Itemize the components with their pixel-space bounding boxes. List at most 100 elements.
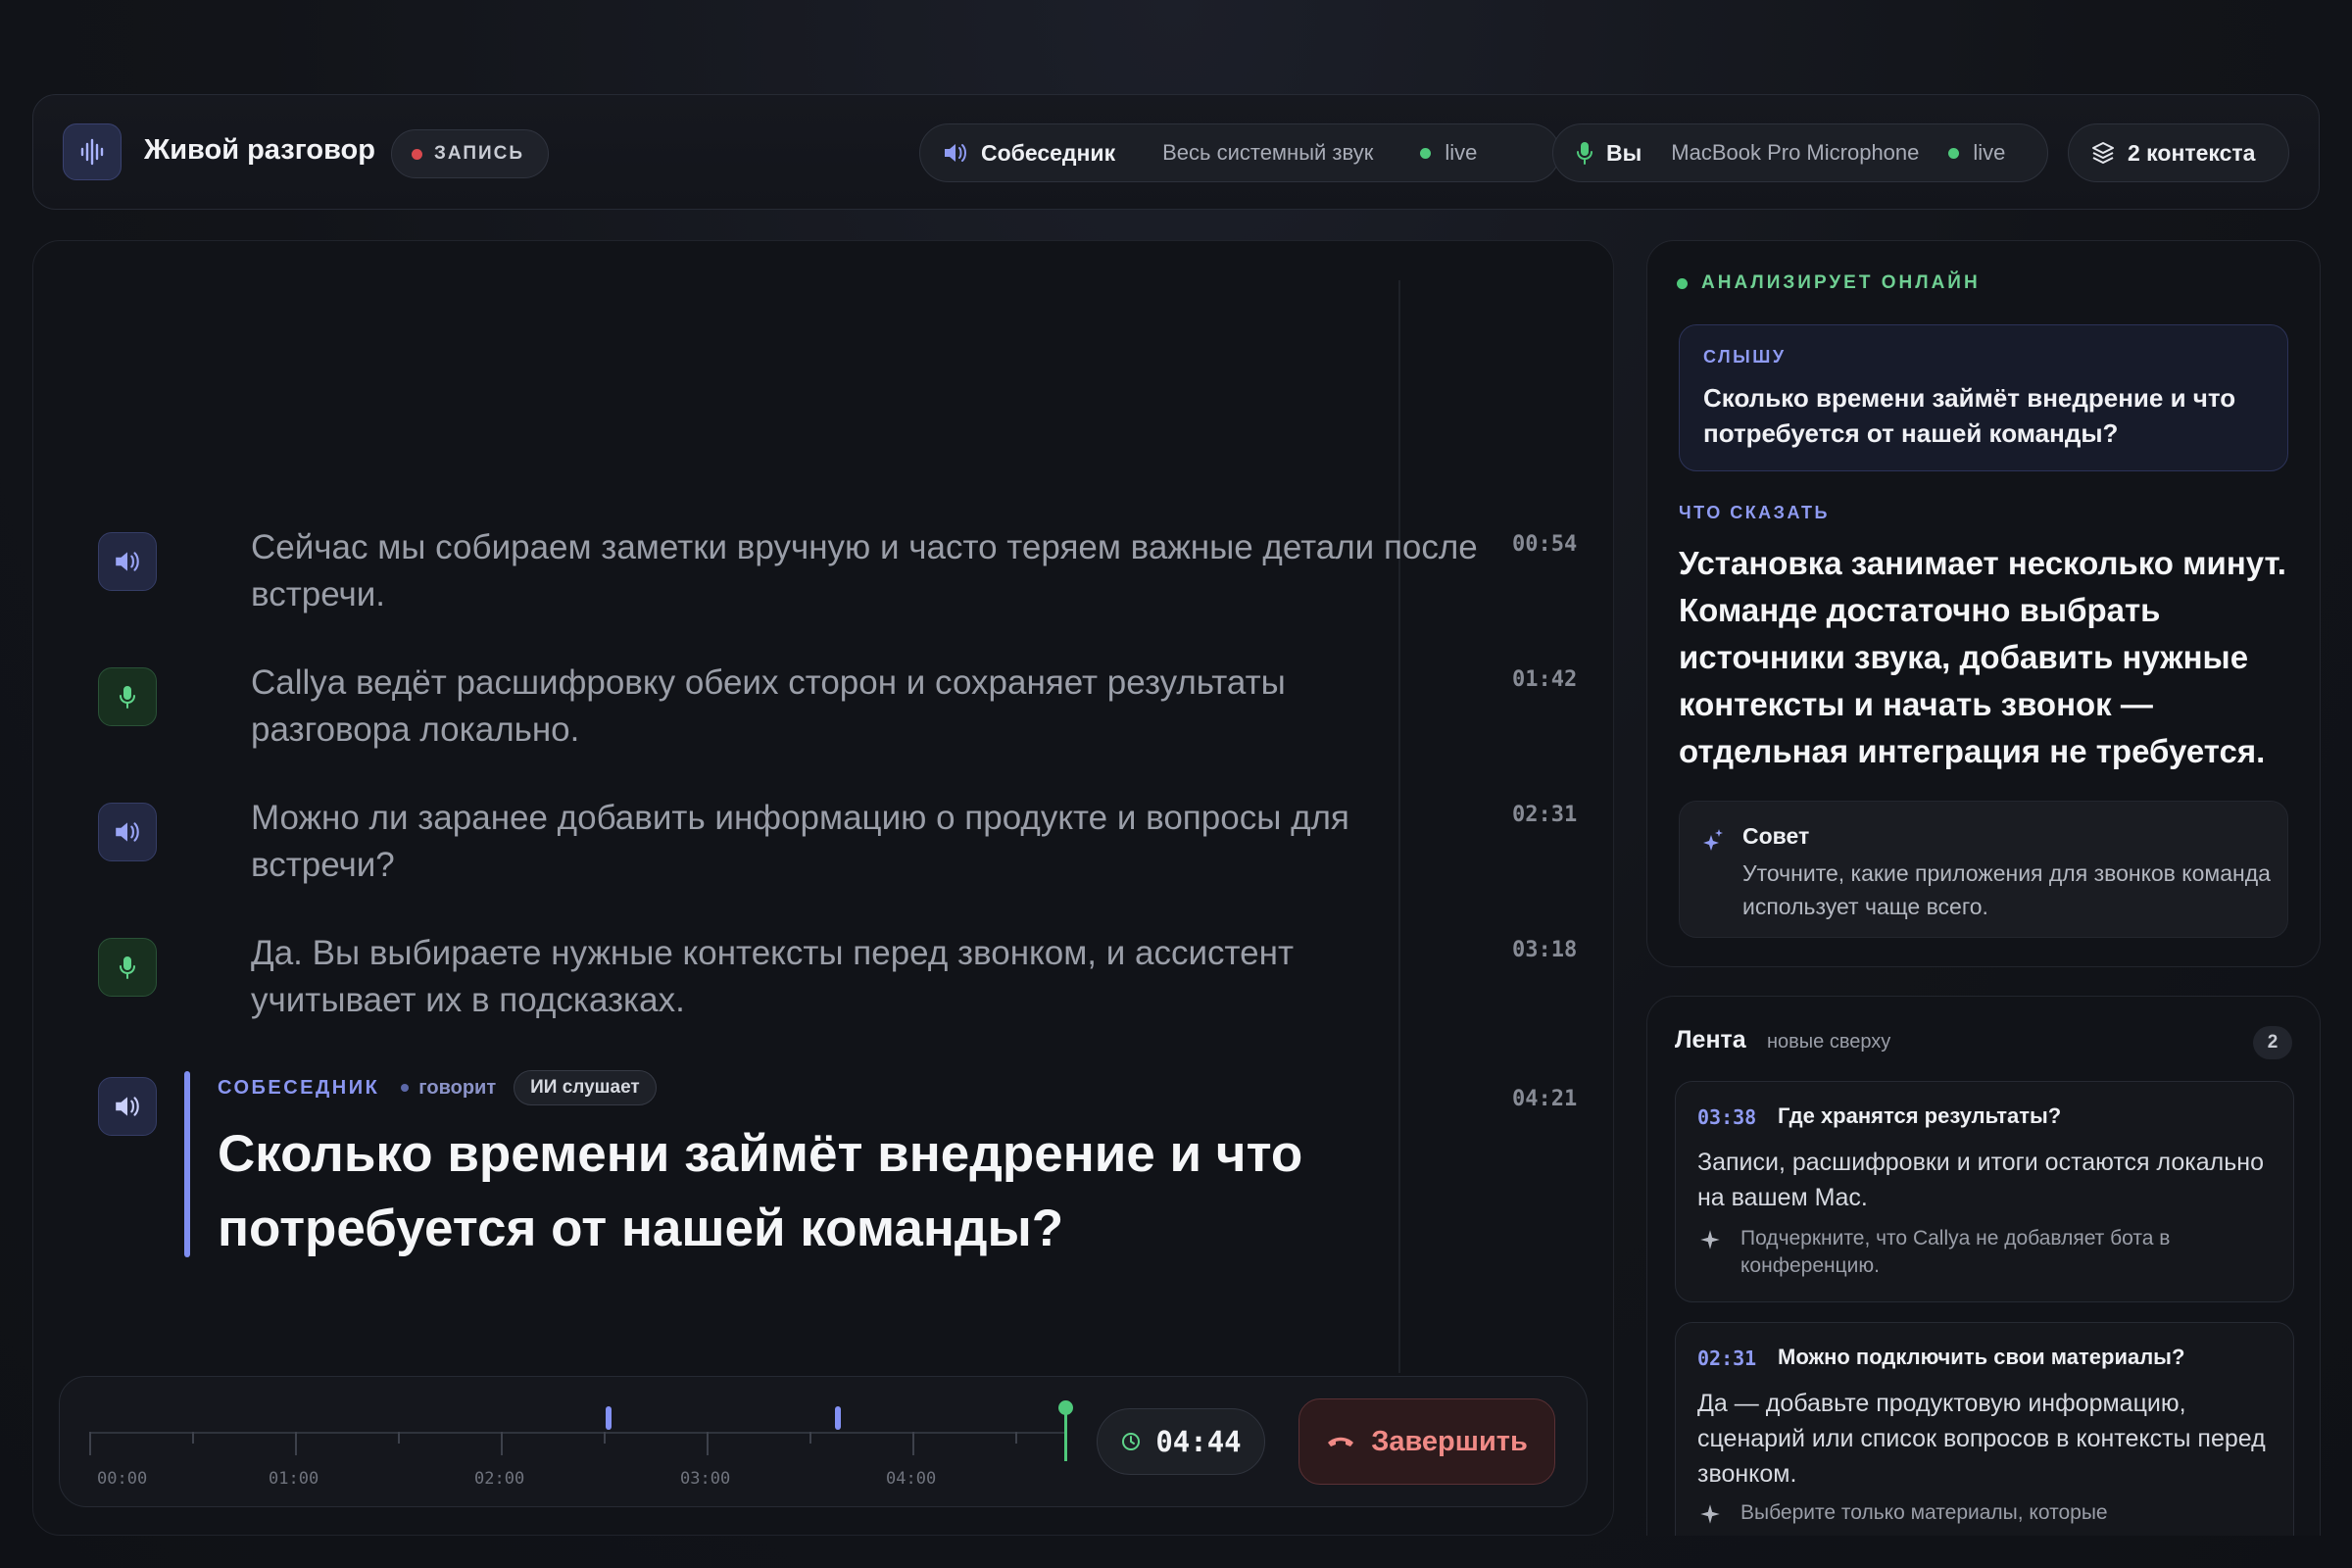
analysis-status-label: АНАЛИЗИРУЕТ ОНЛАЙН — [1701, 272, 1981, 293]
sparkle-icon — [1700, 1504, 1720, 1524]
hangup-phone-icon — [1328, 1437, 1354, 1446]
my-source-label: Вы — [1606, 139, 1642, 166]
my-source-status: live — [1973, 140, 2006, 165]
timeline-tick-label: 00:00 — [97, 1469, 148, 1489]
timeline-bar: 00:00 01:00 02:00 03:00 04:00 04:44 Заве… — [59, 1376, 1588, 1507]
playhead-dot[interactable] — [1058, 1400, 1073, 1415]
speaking-status: говорит — [418, 1076, 497, 1099]
mic-avatar-icon — [98, 938, 157, 997]
analysis-status: АНАЛИЗИРУЕТ ОНЛАЙН — [1677, 272, 1981, 294]
timeline-tick-label: 04:00 — [886, 1469, 937, 1489]
speaker-avatar-icon — [98, 1077, 157, 1136]
message-time: 02:31 — [1512, 803, 1578, 827]
layers-icon — [2092, 142, 2114, 164]
current-utterance-indicator — [184, 1071, 190, 1257]
ai-listening-badge: ИИ слушает — [514, 1070, 657, 1105]
feed-count-badge: 2 — [2253, 1026, 2292, 1059]
microphone-icon — [1577, 142, 1592, 165]
end-call-label: Завершить — [1371, 1425, 1528, 1457]
my-audio-source[interactable]: Вы MacBook Pro Microphone live — [1552, 123, 2048, 182]
timeline-tick-label: 03:00 — [680, 1469, 731, 1489]
timeline-marker[interactable] — [606, 1406, 612, 1430]
mic-avatar-icon — [98, 667, 157, 726]
current-message-time: 04:21 — [1512, 1087, 1578, 1111]
feed-title: Лента — [1675, 1026, 1746, 1054]
message-text: Callya ведёт расшифровку обеих сторон и … — [251, 663, 1286, 749]
timeline-playhead[interactable] — [1064, 1408, 1067, 1461]
current-utterance-text: Сколько времени займёт внедрение и что п… — [218, 1125, 1303, 1257]
speaking-dot-icon — [401, 1084, 410, 1092]
timeline-tick — [912, 1432, 914, 1455]
current-speaker-label: СОБЕСЕДНИК — [218, 1076, 380, 1099]
end-call-button[interactable]: Завершить — [1298, 1398, 1555, 1485]
timeline-tick — [295, 1432, 297, 1455]
speaker-icon — [945, 144, 966, 162]
peer-source-label: Собеседник — [981, 139, 1116, 166]
feed-subtitle: новые сверху — [1767, 1031, 1891, 1053]
live-dot-icon — [1420, 147, 1432, 159]
feed-item-question: Где хранятся результаты? — [1778, 1103, 2062, 1128]
elapsed-timer: 04:44 — [1097, 1408, 1265, 1475]
timeline-tick-label: 01:00 — [269, 1469, 319, 1489]
sparkle-icon — [1700, 1230, 1720, 1250]
app-window: Живой разговор ЗАПИСЬ Собеседник Весь си… — [0, 0, 2352, 1568]
timeline-tick — [604, 1432, 606, 1444]
contexts-label: 2 контекста — [2128, 139, 2256, 166]
peer-source-status: live — [1445, 140, 1478, 165]
clock-icon — [1122, 1433, 1141, 1450]
record-dot-icon — [412, 148, 422, 160]
timeline-tick — [398, 1432, 400, 1444]
speaker-avatar-icon — [98, 803, 157, 861]
record-label: ЗАПИСЬ — [434, 143, 525, 164]
timeline-tick — [707, 1432, 709, 1455]
top-bar: Живой разговор ЗАПИСЬ Собеседник Весь си… — [32, 94, 2320, 210]
peer-audio-source[interactable]: Собеседник Весь системный звук live — [919, 123, 1560, 182]
suggestion-text: Установка занимает несколько минут. Кома… — [1679, 545, 2286, 769]
message-time: 01:42 — [1512, 667, 1578, 692]
contexts-button[interactable]: 2 контекста — [2068, 123, 2289, 182]
timeline-tick — [809, 1432, 811, 1444]
message-text: Да. Вы выбираете нужные контексты перед … — [251, 934, 1294, 1019]
page-title: Живой разговор — [144, 134, 375, 166]
feed-item-time: 03:38 — [1697, 1105, 1757, 1129]
feed-item[interactable]: 03:38 Где хранятся результаты? Записи, р… — [1675, 1081, 2294, 1302]
timeline-marker[interactable] — [835, 1406, 841, 1430]
message-text: Можно ли заранее добавить информацию о п… — [251, 799, 1349, 884]
tip-card: Совет Уточните, какие приложения для зво… — [1679, 801, 2288, 938]
current-utterance-header: СОБЕСЕДНИК говорит ИИ слушает — [218, 1070, 657, 1105]
sparkle-icon — [1703, 829, 1723, 851]
tip-label: Совет — [1742, 823, 1810, 849]
feed-item-question: Можно подключить свои материалы? — [1778, 1345, 2185, 1369]
message-text: Сейчас мы собираем заметки вручную и час… — [251, 528, 1478, 613]
feed-item-hint: Подчеркните, что Callya не добавляет бот… — [1740, 1227, 2171, 1277]
message-time: 00:54 — [1512, 532, 1578, 557]
message-time: 03:18 — [1512, 938, 1578, 962]
my-source-device: MacBook Pro Microphone — [1671, 140, 1920, 165]
feed-item-answer: Записи, расшифровки и итоги остаются лок… — [1697, 1149, 2264, 1211]
recording-badge: ЗАПИСЬ — [391, 129, 549, 178]
transcript-panel: Сейчас мы собираем заметки вручную и час… — [32, 240, 1614, 1536]
timeline-track[interactable] — [89, 1432, 1064, 1434]
tip-text: Уточните, какие приложения для звонков к… — [1742, 860, 2271, 919]
timeline-tick-label: 02:00 — [474, 1469, 525, 1489]
suggestion-label: ЧТО СКАЗАТЬ — [1679, 503, 1830, 522]
live-dot-icon — [1948, 147, 1960, 159]
elapsed-time: 04:44 — [1155, 1425, 1242, 1458]
feed-panel: Лента новые сверху 2 03:38 Где хранятся … — [1646, 996, 2321, 1536]
speaker-avatar-icon — [98, 532, 157, 591]
peer-source-device: Весь системный звук — [1162, 140, 1374, 165]
waveform-icon — [63, 123, 122, 180]
timeline-tick — [192, 1432, 194, 1444]
heard-text: Сколько времени займёт внедрение и что п… — [1703, 383, 2236, 448]
timeline-tick — [1015, 1432, 1017, 1444]
status-dot-icon — [1677, 277, 1688, 289]
heard-label: СЛЫШУ — [1703, 347, 1787, 367]
feed-item-answer: Да — добавьте продуктовую информацию, сц… — [1697, 1390, 2266, 1488]
feed-item-time: 02:31 — [1697, 1347, 1757, 1370]
feed-item-hint: Выберите только материалы, которые — [1740, 1501, 2108, 1524]
feed-item[interactable]: 02:31 Можно подключить свои материалы? Д… — [1675, 1322, 2294, 1536]
timeline-tick — [89, 1432, 91, 1455]
assistant-panel: АНАЛИЗИРУЕТ ОНЛАЙН СЛЫШУ Сколько времени… — [1646, 240, 2321, 967]
heard-question-card: СЛЫШУ Сколько времени займёт внедрение и… — [1679, 324, 2288, 471]
timeline-tick — [501, 1432, 503, 1455]
